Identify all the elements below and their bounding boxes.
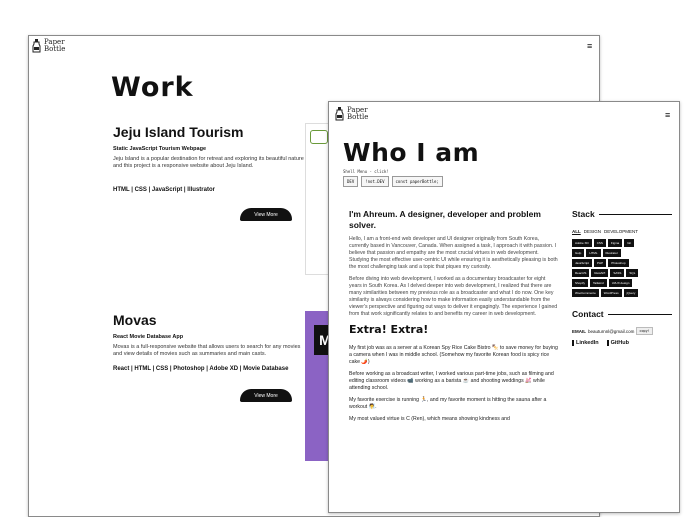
stack-filter-tabs: ALL DESIGN DEVELOPMENT [572, 229, 672, 234]
stack-tag: Illustrator [602, 249, 621, 257]
stack-tag: JavaScript [572, 259, 593, 267]
bio-paragraph: Hello, I am a front-end web developer an… [349, 236, 558, 270]
stack-tag: Git [624, 239, 635, 247]
social-links: LinkedIn GitHub [572, 340, 672, 346]
stack-tag: Gulp [572, 249, 585, 257]
shell-menu-label: Shell Menu - click! [343, 169, 389, 174]
extra-paragraph: My most valued virtue is C (Ren), which … [349, 416, 510, 422]
stack-tag-list: Adobe XD CSS Figma Git Gulp HTML Illustr… [572, 239, 642, 297]
project-title: Movas [113, 312, 157, 328]
extra-paragraph: My favorite exercise is running 🏃, and m… [349, 397, 547, 410]
stack-tag: jQuery [623, 289, 639, 297]
hamburger-menu-icon[interactable]: ≡ [587, 42, 592, 51]
github-link[interactable]: GitHub [606, 340, 629, 346]
logo-text: Paper Bottle [347, 107, 368, 121]
view-more-button[interactable]: View More [240, 208, 292, 221]
copy-email-button[interactable]: copy! [636, 327, 653, 335]
stack-tag: UI/UX design [608, 279, 633, 287]
stack-tag: WordPress [600, 289, 622, 297]
shell-command-button[interactable]: !not.DEV [361, 176, 389, 187]
heading-rule [607, 313, 672, 315]
project-description: Movas is a full-responsive website that … [113, 344, 301, 357]
stack-heading: Stack [572, 209, 672, 219]
stack-tag: Tailwind [590, 279, 607, 287]
page-title: Who I am [343, 138, 480, 167]
email-row: EMAIL beauturnnl@gmail.com copy! [572, 327, 672, 335]
about-sidebar: Stack ALL DESIGN DEVELOPMENT Adobe XD CS… [572, 209, 672, 346]
stack-tag: SASS [610, 269, 625, 277]
intro-heading: I'm Ahreum. A designer, developer and pr… [349, 209, 541, 230]
about-main-column: I'm Ahreum. A designer, developer and pr… [349, 209, 559, 428]
hamburger-menu-icon[interactable]: ≡ [665, 111, 670, 120]
extra-heading: Extra! Extra! [349, 323, 429, 336]
stack-tag: Adobe XD [572, 239, 592, 247]
bottle-logo-icon [32, 39, 41, 53]
logo-line-2: Bottle [44, 45, 66, 53]
stack-tag: HTML [586, 249, 601, 257]
stack-tag: RestAPI [591, 269, 609, 277]
stack-tag: PHP [594, 259, 607, 267]
extra-paragraph: Before working as a broadcast writer, I … [349, 371, 554, 391]
linkedin-link[interactable]: LinkedIn [572, 340, 599, 346]
stack-tag: Figma [607, 239, 623, 247]
email-label: EMAIL [572, 328, 586, 334]
logo-text: Paper Bottle [44, 39, 65, 53]
filter-tab-design[interactable]: DESIGN [584, 229, 601, 234]
shell-menu: DEV !not.DEV const paperBottle; [343, 176, 443, 187]
heading-rule [598, 213, 672, 215]
shell-command-button[interactable]: const paperBottle; [391, 176, 443, 187]
site-logo[interactable]: Paper Bottle [32, 39, 65, 53]
email-address: beauturnnl@gmail.com [588, 328, 635, 334]
project-title: Jeju Island Tourism [113, 124, 244, 140]
stack-tag: SQL [626, 269, 639, 277]
filter-tab-development[interactable]: DEVELOPMENT [604, 229, 638, 234]
project-description: Jeju Island is a popular destination for… [113, 156, 304, 169]
page-title: Work [111, 72, 194, 103]
stack-tag: WooCommerce [572, 289, 599, 297]
bio-paragraph: Before diving into web development, I wo… [349, 276, 558, 317]
logo-line-2: Bottle [347, 113, 369, 121]
filter-tab-all[interactable]: ALL [572, 229, 581, 234]
stack-tag: CSS [593, 239, 606, 247]
contact-heading-text: Contact [572, 309, 604, 319]
shell-command-button[interactable]: DEV [343, 176, 359, 187]
thumbnail-art [310, 130, 328, 144]
contact-heading: Contact [572, 309, 672, 319]
stack-tag: ReactJS [572, 269, 590, 277]
bottle-logo-icon [335, 107, 344, 121]
extra-paragraph: My first job was as a server at a Korean… [349, 345, 558, 365]
project-subtitle: Static JavaScript Tourism Webpage [113, 146, 207, 152]
project-tech-list: HTML | CSS | JavaScript | Illustrator [113, 187, 215, 193]
project-tech-list: React | HTML | CSS | Photoshop | Adobe X… [113, 366, 289, 372]
stack-heading-text: Stack [572, 209, 595, 219]
project-subtitle: React Movie Database App [113, 334, 184, 340]
stack-tag: Shopify [572, 279, 589, 287]
stack-tag: Photoshop [608, 259, 629, 267]
about-page-window: Paper Bottle ≡ Who I am Shell Menu - cli… [328, 101, 680, 513]
view-more-button[interactable]: View More [240, 389, 292, 402]
site-logo[interactable]: Paper Bottle [335, 107, 368, 121]
